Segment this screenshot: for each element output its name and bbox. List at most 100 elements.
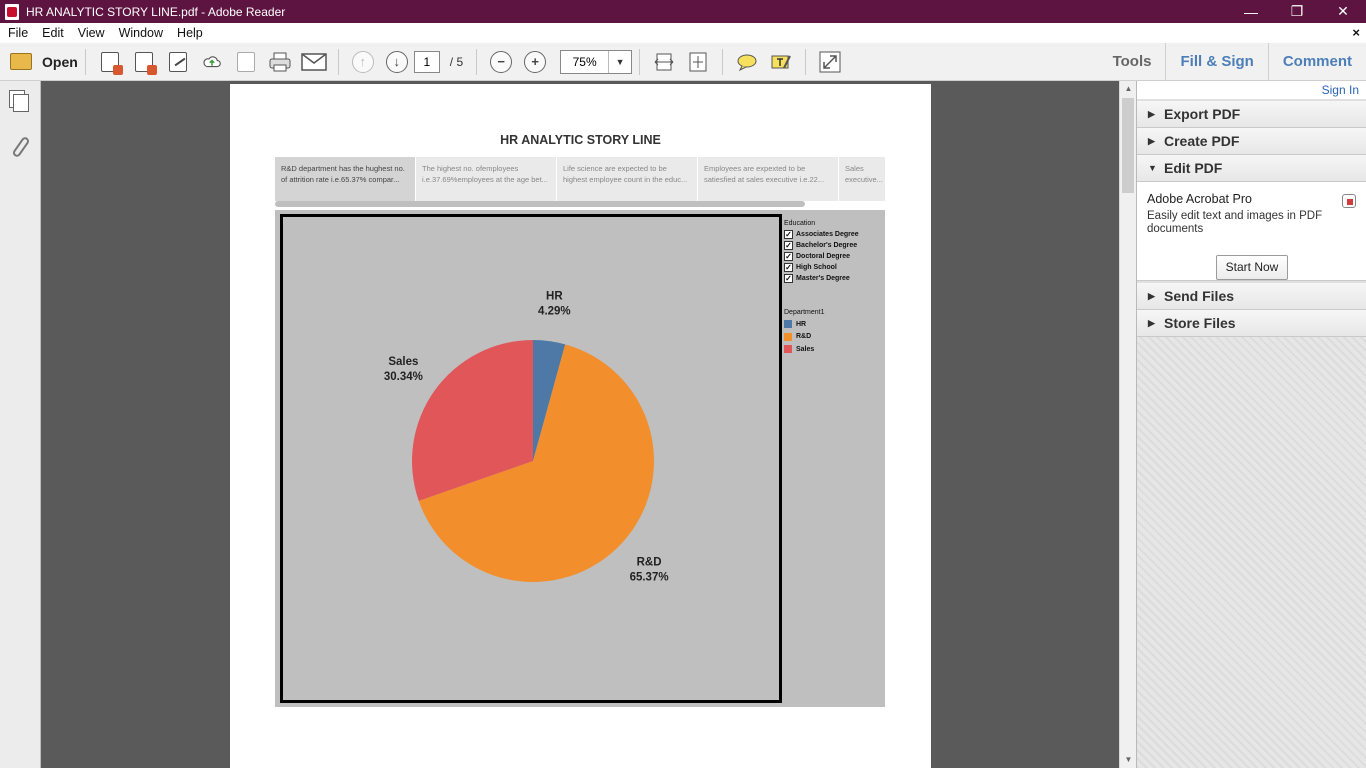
story-point-4[interactable]: Employees are expexted to be satiesfied …	[698, 157, 839, 201]
upload-button[interactable]	[197, 47, 227, 77]
restore-button[interactable]: ❐	[1274, 0, 1320, 23]
zoom-select[interactable]: 75% ▼	[560, 49, 633, 74]
toolbar-separator	[639, 48, 641, 75]
checkbox-checked-icon[interactable]: ✓	[784, 241, 793, 250]
vertical-scrollbar[interactable]: ▲ ▼	[1119, 81, 1136, 768]
close-document-button[interactable]: ×	[1352, 25, 1360, 40]
rd-swatch	[784, 332, 792, 341]
checkbox-checked-icon[interactable]: ✓	[784, 230, 793, 239]
panel-label: Send Files	[1164, 288, 1235, 304]
pie-label-percent: 65.37%	[630, 572, 669, 584]
education-label: High School	[796, 264, 837, 271]
promo-description: Easily edit text and images in PDF docum…	[1147, 210, 1323, 235]
pie-label-name: Sales	[388, 356, 418, 368]
toolbar-separator	[337, 48, 339, 75]
triangle-down-icon: ▼	[1148, 163, 1157, 173]
full-screen-button[interactable]	[815, 47, 845, 77]
cloud-upload-icon	[203, 55, 221, 67]
window-title: HR ANALYTIC STORY LINE.pdf - Adobe Reade…	[26, 4, 286, 19]
acrobat-icon	[1342, 194, 1356, 208]
save-icon	[236, 51, 255, 72]
save-button[interactable]	[231, 47, 261, 77]
zoom-value: 75%	[561, 50, 610, 73]
promo-product: Adobe Acrobat Pro	[1147, 192, 1252, 206]
export-pdf-button[interactable]	[129, 47, 159, 77]
menu-edit[interactable]: Edit	[36, 26, 70, 40]
checkbox-checked-icon[interactable]: ✓	[784, 263, 793, 272]
print-button[interactable]	[265, 47, 295, 77]
fill-sign-tab[interactable]: Fill & Sign	[1165, 43, 1267, 80]
start-now-button[interactable]: Start Now	[1216, 255, 1288, 280]
document-view[interactable]: HR ANALYTIC STORY LINE R&D department ha…	[41, 81, 1119, 768]
minimize-button[interactable]: —	[1228, 0, 1274, 23]
navigation-pane	[0, 81, 41, 768]
sticky-note-button[interactable]	[732, 47, 762, 77]
panel-store-files[interactable]: ▶ Store Files	[1137, 310, 1366, 337]
create-pdf-button[interactable]	[95, 47, 125, 77]
sign-in-link[interactable]: Sign In	[1137, 81, 1366, 99]
education-filter-doctoral[interactable]: ✓ Doctoral Degree	[784, 251, 859, 262]
checkbox-checked-icon[interactable]: ✓	[784, 274, 793, 283]
panel-edit-pdf[interactable]: ▼ Edit PDF	[1137, 155, 1366, 182]
department-label: HR	[796, 320, 807, 328]
open-button[interactable]: Open	[10, 53, 78, 70]
pages-icon	[12, 94, 29, 112]
panel-export-pdf[interactable]: ▶ Export PDF	[1137, 101, 1366, 128]
highlight-text-icon	[771, 55, 792, 68]
panel-send-files[interactable]: ▶ Send Files	[1137, 283, 1366, 310]
sales-swatch	[784, 345, 792, 354]
education-legend: Education ✓ Associates Degree ✓ Bachelor's…	[784, 220, 859, 356]
story-point-1[interactable]: R&D department has the hughest no. of at…	[275, 157, 416, 201]
story-point-5[interactable]: Sales executive...	[839, 157, 885, 201]
triangle-right-icon: ▶	[1148, 290, 1155, 301]
arrow-up-icon: ↑	[351, 50, 374, 73]
page-thumbnails-button[interactable]	[0, 81, 41, 125]
story-point-2[interactable]: The highest no. ofemployees i.e.37.69%em…	[416, 157, 557, 201]
education-filter-associates[interactable]: ✓ Associates Degree	[784, 229, 859, 240]
email-icon	[301, 52, 327, 71]
fit-width-icon	[654, 53, 674, 70]
hr-swatch	[784, 320, 792, 329]
education-filter-masters[interactable]: ✓ Master's Degree	[784, 273, 859, 284]
zoom-in-button[interactable]: +	[520, 47, 550, 77]
toolbar: Open ↑ ↓ 1 / 5 − + 75% ▼ Tools Fill & Si…	[0, 43, 1366, 81]
education-filter-bachelors[interactable]: ✓ Bachelor's Degree	[784, 240, 859, 251]
fit-width-button[interactable]	[649, 47, 679, 77]
highlight-button[interactable]	[766, 47, 796, 77]
tools-pane: Sign In ▶ Export PDF ▶ Create PDF ▼ Edit PD…	[1136, 81, 1366, 768]
menu-view[interactable]: View	[72, 26, 111, 40]
menu-window[interactable]: Window	[113, 26, 169, 40]
comment-tab[interactable]: Comment	[1267, 43, 1366, 80]
menu-file[interactable]: File	[2, 26, 34, 40]
story-points-scrollbar[interactable]	[275, 201, 805, 207]
scrollbar-thumb[interactable]	[1122, 98, 1134, 193]
attachments-button[interactable]	[0, 125, 41, 169]
page-number-input[interactable]: 1	[413, 50, 440, 73]
panel-create-pdf[interactable]: ▶ Create PDF	[1137, 128, 1366, 155]
close-button[interactable]: ✕	[1320, 0, 1366, 23]
dashboard: HR 4.29% R&D 65.37% Sales 30.34% Education ✓ A…	[275, 210, 885, 707]
fit-page-button[interactable]	[683, 47, 713, 77]
zoom-out-button[interactable]: −	[486, 47, 516, 77]
previous-page-button[interactable]: ↑	[348, 47, 378, 77]
education-filter-high-school[interactable]: ✓ High School	[784, 262, 859, 273]
sign-button[interactable]	[163, 47, 193, 77]
story-title: HR ANALYTIC STORY LINE	[500, 133, 661, 147]
education-label: Master's Degree	[796, 275, 850, 282]
scroll-down-icon[interactable]: ▼	[1120, 752, 1137, 768]
chevron-down-icon[interactable]: ▼	[609, 57, 631, 67]
checkbox-checked-icon[interactable]: ✓	[784, 252, 793, 261]
arrow-down-icon: ↓	[385, 50, 408, 73]
panel-label: Export PDF	[1164, 106, 1241, 122]
education-label: Doctoral Degree	[796, 253, 851, 260]
scroll-up-icon[interactable]: ▲	[1120, 81, 1137, 97]
edit-pdf-promo: Adobe Acrobat Pro Easily edit text and i…	[1137, 182, 1366, 281]
menu-help[interactable]: Help	[171, 26, 209, 40]
department-label: Sales	[796, 345, 815, 353]
tools-tab[interactable]: Tools	[1099, 43, 1166, 80]
next-page-button[interactable]: ↓	[382, 47, 412, 77]
print-icon	[269, 52, 291, 71]
email-button[interactable]	[299, 47, 329, 77]
pie-chart-frame: HR 4.29% R&D 65.37% Sales 30.34%	[280, 214, 782, 703]
story-point-3[interactable]: Life science are expected to be highest …	[557, 157, 698, 201]
